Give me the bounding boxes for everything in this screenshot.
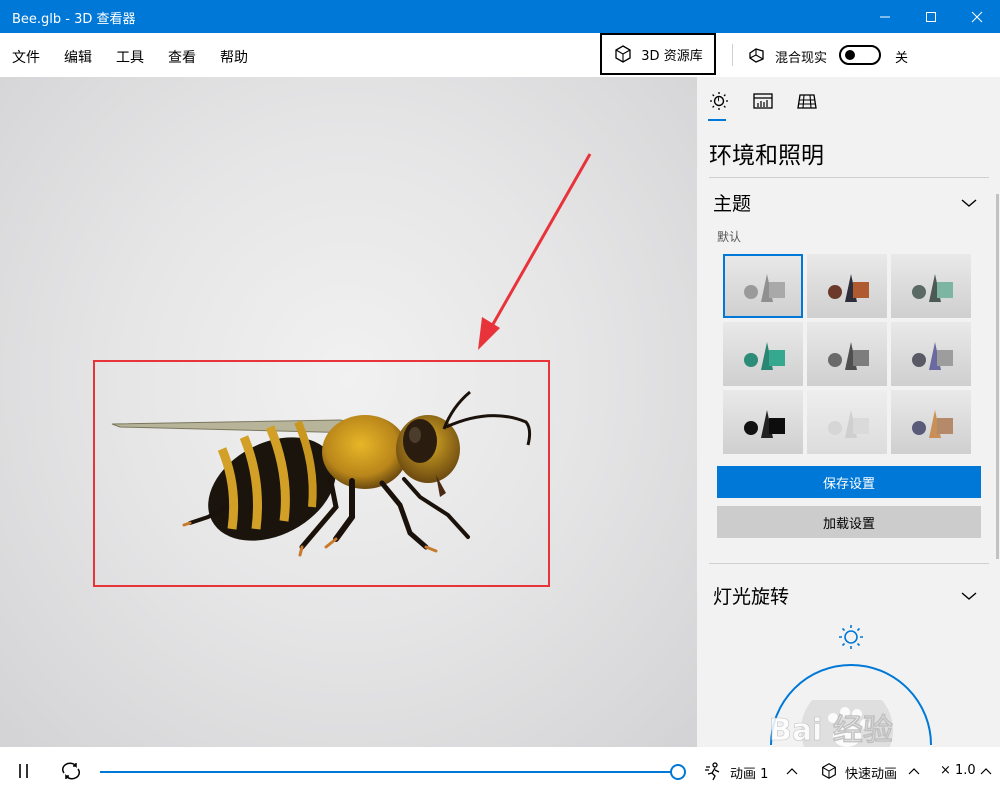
theme-tile-2[interactable] <box>807 254 887 318</box>
stats-icon[interactable] <box>752 90 774 112</box>
theme-preview <box>828 410 869 438</box>
theme-selected-label: 默认 <box>717 230 742 244</box>
theme-preview <box>744 410 785 438</box>
slider-fill <box>100 771 678 773</box>
annotation-arrow <box>478 153 592 350</box>
animation-selector[interactable]: 动画 1 <box>730 763 768 782</box>
theme-preview <box>912 342 953 370</box>
theme-tile-9[interactable] <box>891 390 971 454</box>
chevron-down-icon[interactable] <box>961 198 977 208</box>
light-sun-icon <box>839 625 863 649</box>
light-rotation-title[interactable]: 灯光旋转 <box>713 582 789 609</box>
settings-panel: 环境和照明 主题 默认 保存设置 加载设置 灯光旋转 <box>697 77 1000 747</box>
theme-tile-4[interactable] <box>723 322 803 386</box>
menu-divider <box>732 44 733 66</box>
theme-preview <box>828 274 869 302</box>
window-title: Bee.glb - 3D 查看器 <box>12 12 136 27</box>
3d-viewport[interactable] <box>0 77 697 747</box>
theme-tile-8[interactable] <box>807 390 887 454</box>
grid-icon[interactable] <box>796 90 818 112</box>
menu-tools[interactable]: 工具 <box>116 47 144 67</box>
theme-preview <box>744 274 785 302</box>
sun-icon[interactable] <box>708 90 730 112</box>
panel-divider <box>709 177 989 178</box>
loop-icon[interactable] <box>60 761 82 781</box>
animation-icon <box>705 762 720 781</box>
theme-section-title[interactable]: 主题 <box>713 189 751 216</box>
cube-icon <box>615 45 631 63</box>
chevron-up-icon[interactable] <box>980 767 992 775</box>
playback-speed[interactable]: × 1.0 <box>940 763 976 778</box>
title-bar: Bee.glb - 3D 查看器 <box>0 0 1000 33</box>
theme-preview <box>744 342 785 370</box>
chevron-up-icon[interactable] <box>786 767 798 775</box>
theme-preview <box>912 410 953 438</box>
fast-animation-selector[interactable]: 快速动画 <box>845 763 897 782</box>
save-settings-button[interactable]: 保存设置 <box>717 466 981 498</box>
theme-tile-6[interactable] <box>891 322 971 386</box>
maximize-icon <box>926 11 936 22</box>
panel-title: 环境和照明 <box>709 143 824 169</box>
menu-help[interactable]: 帮助 <box>220 47 248 67</box>
toggle-knob <box>845 50 855 60</box>
theme-tile-5[interactable] <box>807 322 887 386</box>
theme-preview <box>828 342 869 370</box>
3d-library-button[interactable]: 3D 资源库 <box>600 33 716 75</box>
pause-icon[interactable] <box>16 762 32 780</box>
panel-scrollbar[interactable] <box>996 194 999 559</box>
bee-head <box>396 415 460 497</box>
theme-tile-7[interactable] <box>723 390 803 454</box>
minimize-icon <box>880 16 890 17</box>
menu-file[interactable]: 文件 <box>12 47 40 67</box>
mixed-reality-label: 混合现实 <box>775 51 828 66</box>
chevron-down-icon[interactable] <box>961 591 977 601</box>
maximize-button[interactable] <box>908 0 954 33</box>
minimize-button[interactable] <box>862 0 908 33</box>
playback-slider[interactable] <box>100 762 686 782</box>
cube-icon <box>822 763 836 779</box>
theme-grid <box>723 254 971 454</box>
tab-selected-indicator <box>708 119 726 121</box>
bee-thorax <box>322 415 408 489</box>
theme-tile-default[interactable] <box>723 254 803 318</box>
panel-divider <box>709 563 989 564</box>
mixed-reality-toggle[interactable] <box>839 45 881 65</box>
3d-library-label: 3D 资源库 <box>641 48 703 64</box>
light-rotation-dial[interactable] <box>757 617 947 747</box>
chevron-up-icon[interactable] <box>908 767 920 775</box>
bee-model[interactable] <box>0 77 697 747</box>
menu-view[interactable]: 查看 <box>168 47 196 67</box>
mixed-reality-state: 关 <box>895 51 909 66</box>
menu-bar: 文件 编辑 工具 查看 帮助 混合现实 关 <box>0 33 1000 77</box>
theme-tile-3[interactable] <box>891 254 971 318</box>
playback-bar: 动画 1 快速动画 × 1.0 <box>0 747 1000 795</box>
close-icon <box>971 11 983 22</box>
menu-edit[interactable]: 编辑 <box>64 47 92 67</box>
load-settings-button[interactable]: 加载设置 <box>717 506 981 538</box>
slider-thumb[interactable] <box>670 764 686 780</box>
close-button[interactable] <box>954 0 1000 33</box>
theme-preview <box>912 274 953 302</box>
mixed-reality-icon[interactable] <box>748 45 768 65</box>
